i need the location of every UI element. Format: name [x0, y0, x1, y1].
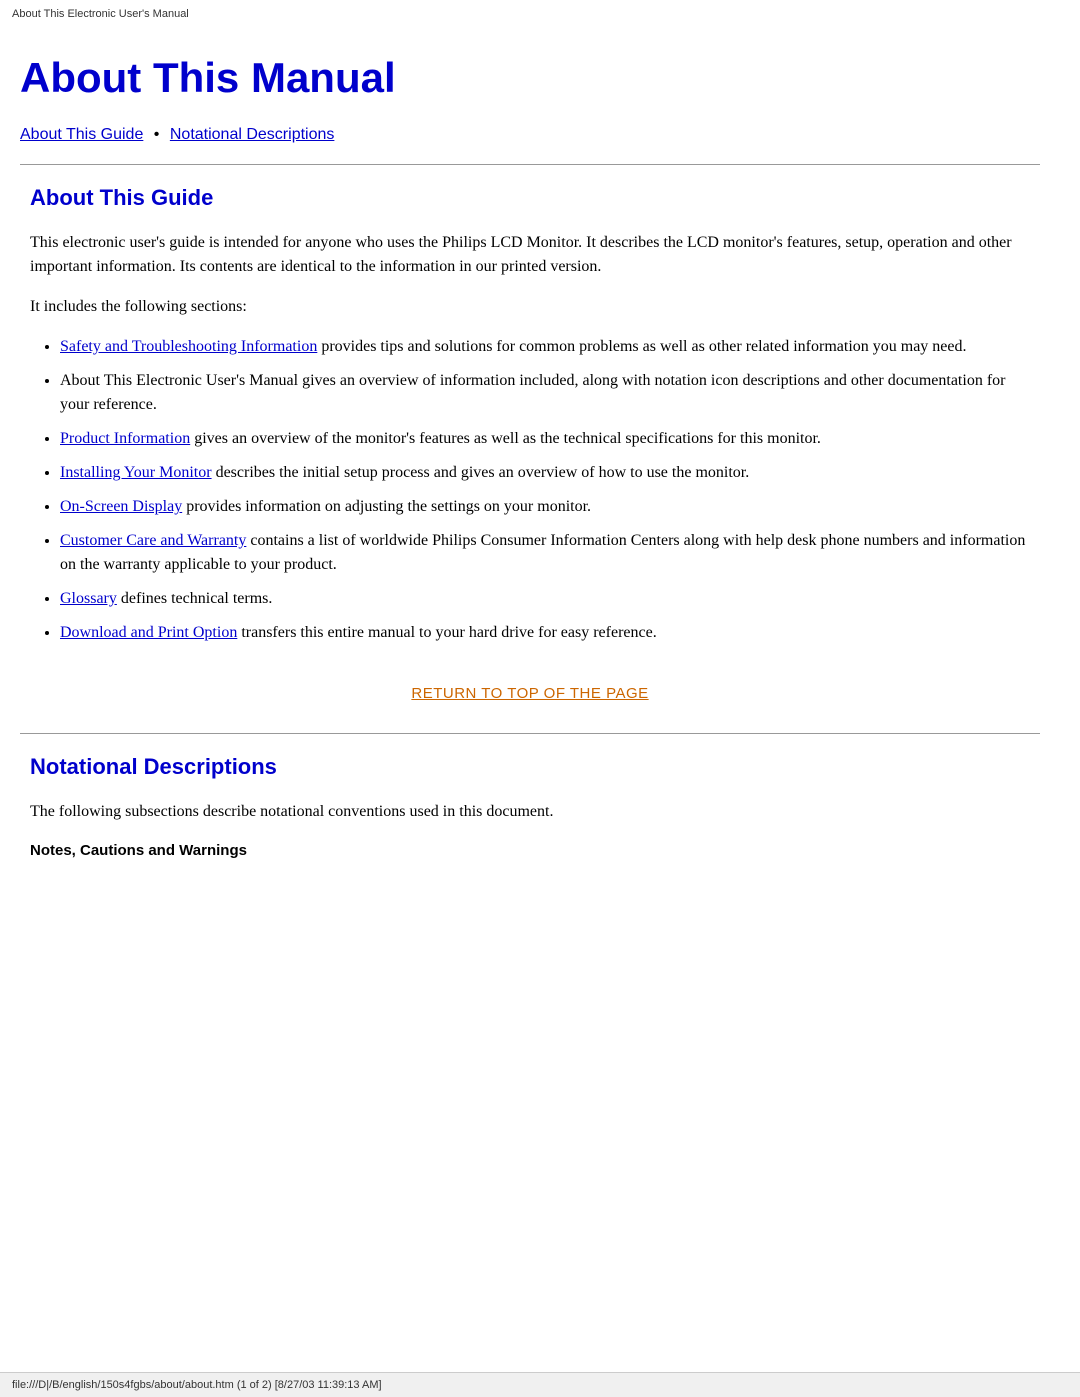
section1-paragraph2: It includes the following sections:	[30, 295, 1030, 319]
section-notational: Notational Descriptions The following su…	[20, 754, 1040, 863]
nav-links: About This Guide • Notational Descriptio…	[20, 126, 1040, 144]
section2-paragraph1: The following subsections describe notat…	[30, 800, 1030, 824]
subsection-title-notes: Notes, Cautions and Warnings	[30, 840, 1030, 863]
list-item: Glossary defines technical terms.	[60, 587, 1030, 611]
list-item: Installing Your Monitor describes the in…	[60, 461, 1030, 485]
list-item: Customer Care and Warranty contains a li…	[60, 529, 1030, 577]
section-about-guide: About This Guide This electronic user's …	[20, 185, 1040, 703]
browser-title: About This Electronic User's Manual	[0, 0, 1080, 24]
bullet-list: Safety and Troubleshooting Information p…	[60, 335, 1030, 645]
status-bar: file:///D|/B/english/150s4fgbs/about/abo…	[0, 1372, 1080, 1397]
link-customer-care[interactable]: Customer Care and Warranty	[60, 532, 246, 549]
section1-paragraph1: This electronic user's guide is intended…	[30, 231, 1030, 279]
section-title-notational: Notational Descriptions	[30, 754, 1030, 780]
nav-link-notational[interactable]: Notational Descriptions	[170, 126, 335, 143]
link-safety[interactable]: Safety and Troubleshooting Information	[60, 338, 317, 355]
list-item: Product Information gives an overview of…	[60, 427, 1030, 451]
link-product-info[interactable]: Product Information	[60, 430, 190, 447]
link-installing[interactable]: Installing Your Monitor	[60, 464, 212, 481]
link-osd[interactable]: On-Screen Display	[60, 498, 182, 515]
link-glossary[interactable]: Glossary	[60, 590, 117, 607]
return-to-top: RETURN TO TOP OF THE PAGE	[30, 685, 1030, 703]
list-item: About This Electronic User's Manual give…	[60, 369, 1030, 417]
section-title-about-guide: About This Guide	[30, 185, 1030, 211]
link-download[interactable]: Download and Print Option	[60, 624, 237, 641]
list-item: Safety and Troubleshooting Information p…	[60, 335, 1030, 359]
nav-link-about-guide[interactable]: About This Guide	[20, 126, 143, 143]
return-to-top-link[interactable]: RETURN TO TOP OF THE PAGE	[411, 685, 648, 702]
divider-bottom	[20, 733, 1040, 734]
list-item: Download and Print Option transfers this…	[60, 621, 1030, 645]
page-title: About This Manual	[20, 54, 1040, 102]
nav-separator: •	[154, 126, 160, 143]
list-item: On-Screen Display provides information o…	[60, 495, 1030, 519]
divider-top	[20, 164, 1040, 165]
